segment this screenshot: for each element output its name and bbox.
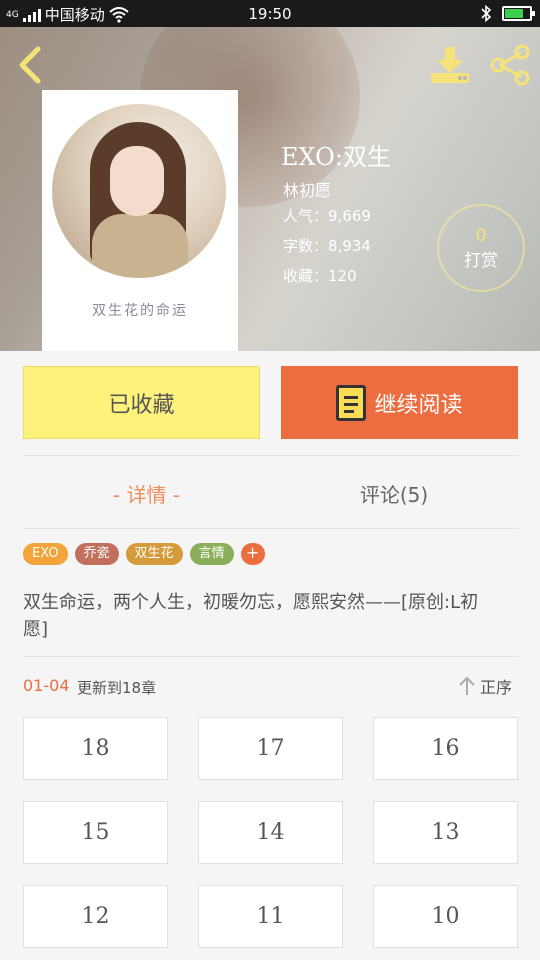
tip-label: 打赏 xyxy=(464,251,498,271)
tip-button[interactable]: 0 打赏 xyxy=(437,204,525,292)
battery-icon xyxy=(502,6,535,21)
tag-list: EXO 乔瓷 双生花 言情 + xyxy=(23,543,265,565)
tip-count: 0 xyxy=(475,226,487,246)
bluetooth-icon xyxy=(481,5,492,22)
favorited-label: 已收藏 xyxy=(108,392,175,418)
chapter-button[interactable]: 15 xyxy=(23,801,168,864)
book-title: EXO:双生 xyxy=(281,143,391,171)
book-cover[interactable]: 双生花的命运 xyxy=(42,90,238,351)
cover-caption: 双生花的命运 xyxy=(92,303,188,319)
tab-details[interactable]: - 详情 - xyxy=(23,460,270,526)
add-tag-button[interactable]: + xyxy=(240,543,265,565)
chevron-left-icon xyxy=(19,46,41,84)
chapter-button[interactable]: 18 xyxy=(23,717,168,780)
chapter-button[interactable]: 17 xyxy=(198,717,343,780)
divider xyxy=(23,528,518,529)
update-info: 更新到18章 xyxy=(77,679,157,697)
book-header: 双生花的命运 EXO:双生 林初愿 人气：9,669 字数：8,934 收藏：1… xyxy=(0,27,540,351)
tag-exo[interactable]: EXO xyxy=(23,543,68,565)
divider xyxy=(23,656,518,657)
favorites-stat: 收藏：120 xyxy=(283,267,357,285)
back-button[interactable] xyxy=(10,45,50,85)
tab-comments-label: 评论(5) xyxy=(359,482,429,507)
status-right xyxy=(480,5,535,22)
chapter-button[interactable]: 12 xyxy=(23,885,168,948)
tab-details-label: - 详情 - xyxy=(112,482,181,507)
status-bar: 4G 中国移动 19:50 xyxy=(0,0,540,27)
popularity-stat: 人气：9,669 xyxy=(283,207,371,225)
clock: 19:50 xyxy=(248,5,292,23)
download-icon xyxy=(431,47,469,83)
chapter-button[interactable]: 14 xyxy=(198,801,343,864)
continue-reading-label: 继续阅读 xyxy=(374,392,463,418)
continue-reading-button[interactable]: 继续阅读 xyxy=(281,366,518,439)
book-author[interactable]: 林初愿 xyxy=(283,177,331,201)
cover-image xyxy=(52,104,226,278)
chapter-button[interactable]: 11 xyxy=(198,885,343,948)
download-button[interactable] xyxy=(428,43,472,87)
sort-order-button[interactable]: 正序 xyxy=(458,674,512,698)
chapter-button[interactable]: 10 xyxy=(373,885,518,948)
update-date: 01-04 xyxy=(23,676,70,695)
chapter-button[interactable]: 13 xyxy=(373,801,518,864)
chapter-button[interactable]: 16 xyxy=(373,717,518,780)
divider xyxy=(23,455,518,456)
book-description: 双生命运，两个人生，初暖勿忘，愿熙安然——[原创:L初愿] xyxy=(23,592,479,640)
tag-qiaoci[interactable]: 乔瓷 xyxy=(74,543,119,565)
share-button[interactable] xyxy=(488,43,532,87)
share-icon xyxy=(490,44,530,86)
favorited-button[interactable]: 已收藏 xyxy=(23,366,260,439)
tab-comments[interactable]: 评论(5) xyxy=(270,460,518,526)
sort-order-label: 正序 xyxy=(480,678,513,697)
book-icon xyxy=(336,384,367,421)
word-count-stat: 字数：8,934 xyxy=(283,237,371,255)
tag-twin-flowers[interactable]: 双生花 xyxy=(125,543,183,565)
arrow-up-icon xyxy=(459,676,475,695)
tag-romance[interactable]: 言情 xyxy=(189,543,234,565)
